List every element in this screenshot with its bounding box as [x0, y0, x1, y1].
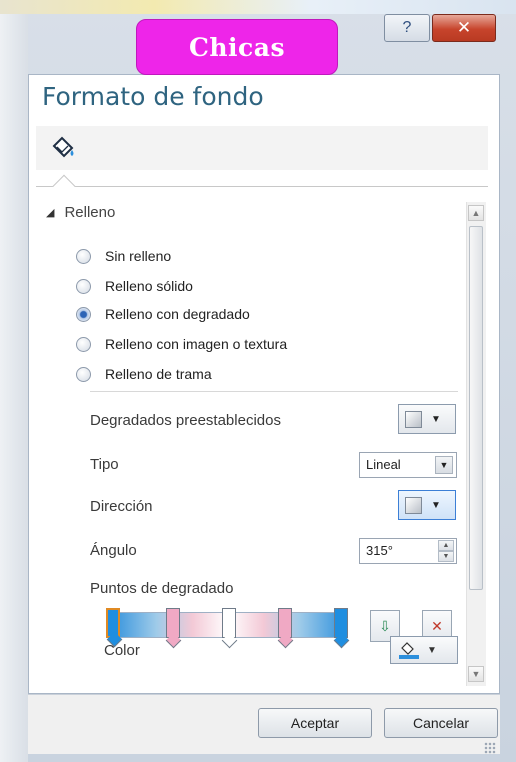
gradient-stop-marker[interactable] [222, 608, 236, 638]
window-left-edge [0, 14, 28, 762]
gradient-stop-marker[interactable] [166, 608, 180, 638]
radio-label: Relleno de trama [105, 366, 212, 382]
radio-no-fill[interactable]: Sin relleno [76, 248, 171, 264]
radio-button-icon [76, 248, 91, 264]
radio-gradient-fill[interactable]: Relleno con degradado [76, 306, 250, 322]
direction-label: Dirección [90, 498, 153, 515]
close-label: ✕ [456, 18, 472, 37]
direction-dropdown[interactable]: ▼ [398, 490, 456, 520]
type-select[interactable]: Lineal ▼ [359, 452, 457, 478]
pane-title: Formato de fondo [42, 82, 264, 111]
dropdown-arrow-icon: ▼ [431, 413, 441, 425]
dropdown-arrow-icon: ▼ [431, 499, 441, 511]
color-dropdown[interactable]: ▼ [390, 636, 458, 664]
fill-section-header[interactable]: ◢ Relleno [46, 204, 115, 221]
pane-icon-strip [36, 126, 488, 170]
spin-up-icon[interactable]: ▲ [438, 540, 454, 551]
fill-section-title: Relleno [64, 204, 116, 221]
section-divider [36, 186, 488, 187]
color-label: Color [104, 642, 140, 659]
angle-value: 315° [366, 543, 393, 558]
radio-picture-fill[interactable]: Relleno con imagen o textura [76, 336, 287, 352]
radio-label: Relleno sólido [105, 278, 193, 294]
radio-label: Relleno con imagen o textura [105, 336, 288, 352]
gradient-swatch-icon [405, 410, 422, 428]
help-label: ? [402, 19, 412, 36]
direction-swatch-icon [405, 496, 422, 514]
resize-grip-icon[interactable] [484, 742, 496, 754]
scrollbar-thumb[interactable] [469, 226, 483, 590]
radio-button-icon [76, 336, 91, 352]
radio-pattern-fill[interactable]: Relleno de trama [76, 366, 212, 382]
radio-button-selected-icon [76, 306, 91, 322]
type-value: Lineal [366, 457, 401, 472]
gradient-stop-marker[interactable] [334, 608, 348, 638]
background-strip [0, 0, 516, 14]
options-separator [90, 391, 458, 392]
gradient-stop-marker[interactable] [106, 608, 120, 638]
angle-spinner[interactable]: 315° ▲ ▼ [359, 538, 457, 564]
remove-stop-icon: ✕ [431, 617, 443, 634]
help-button[interactable]: ? [384, 14, 430, 42]
preset-gradients-label: Degradados preestablecidos [90, 412, 281, 429]
close-button[interactable]: ✕ [432, 14, 496, 42]
overlay-label: Chicas [136, 19, 338, 75]
dropdown-arrow-icon: ▼ [427, 644, 437, 656]
radio-button-icon [76, 366, 91, 382]
angle-label: Ángulo [90, 542, 137, 559]
paint-bucket-icon[interactable] [48, 132, 78, 162]
cancel-button[interactable]: Cancelar [384, 708, 498, 738]
preset-gradients-dropdown[interactable]: ▼ [398, 404, 456, 434]
scroll-up-icon[interactable]: ▲ [468, 205, 484, 221]
select-arrow-icon: ▼ [435, 456, 453, 474]
spin-down-icon[interactable]: ▼ [438, 551, 454, 562]
overlay-text: Chicas [188, 32, 286, 62]
radio-label: Relleno con degradado [105, 306, 250, 322]
ok-button[interactable]: Aceptar [258, 708, 372, 738]
radio-solid-fill[interactable]: Relleno sólido [76, 278, 193, 294]
radio-label: Sin relleno [105, 248, 172, 264]
add-stop-icon: ⇩ [379, 617, 391, 634]
radio-button-icon [76, 278, 91, 294]
gradient-stop-marker[interactable] [278, 608, 292, 638]
gradient-stops-label: Puntos de degradado [90, 580, 234, 597]
fill-color-icon [399, 641, 419, 659]
type-label: Tipo [90, 456, 119, 473]
scroll-down-icon[interactable]: ▼ [468, 666, 484, 682]
collapse-triangle-icon: ◢ [46, 207, 55, 219]
